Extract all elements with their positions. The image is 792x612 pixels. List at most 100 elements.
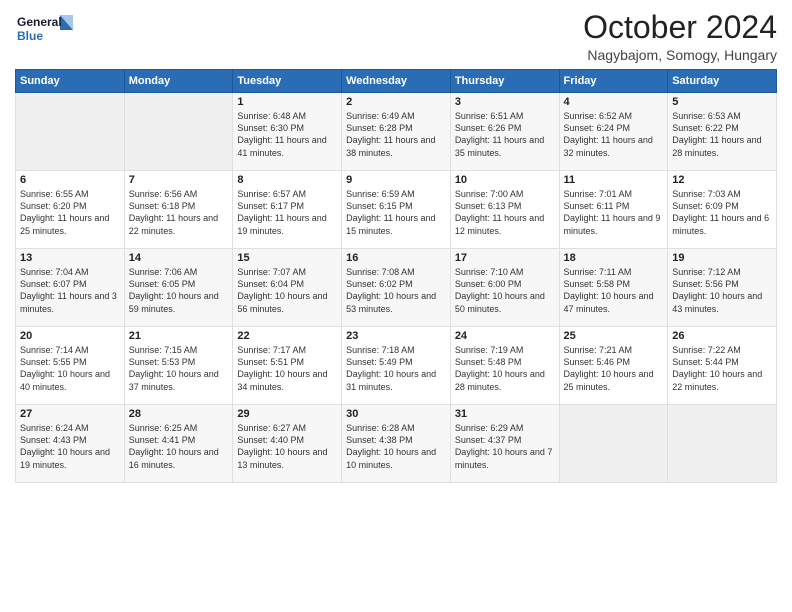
day-cell: 21Sunrise: 7:15 AMSunset: 5:53 PMDayligh…: [124, 327, 233, 405]
day-cell: [668, 405, 777, 483]
day-number: 17: [455, 252, 555, 264]
day-info: Sunrise: 7:00 AMSunset: 6:13 PMDaylight:…: [455, 188, 555, 237]
svg-text:General: General: [17, 15, 62, 29]
day-cell: 11 Sunrise: 7:01 AMSunset: 6:11 PMDayligh…: [559, 171, 668, 249]
day-info: Sunrise: 6:49 AMSunset: 6:28 PMDaylight:…: [346, 110, 446, 159]
day-cell: 28 Sunrise: 6:25 AMSunset: 4:41 PMDayligh…: [124, 405, 233, 483]
week-row-4: 20 Sunrise: 7:14 AMSunset: 5:55 PMDayligh…: [16, 327, 777, 405]
day-info: Sunrise: 7:12 AMSunset: 5:56 PMDaylight:…: [672, 266, 772, 315]
day-number: 10: [455, 174, 555, 186]
header-cell-sunday: Sunday: [16, 70, 125, 93]
day-info: Sunrise: 7:14 AMSunset: 5:55 PMDaylight:…: [20, 344, 120, 393]
day-info: Sunrise: 7:22 AMSunset: 5:44 PMDaylight:…: [672, 344, 772, 393]
day-info: Sunrise: 6:53 AMSunset: 6:22 PMDaylight:…: [672, 110, 772, 159]
day-info: Sunrise: 6:29 AMSunset: 4:37 PMDaylight:…: [455, 422, 555, 471]
day-info: Sunrise: 6:25 AMSunset: 4:41 PMDaylight:…: [129, 422, 229, 471]
day-info: Sunrise: 7:19 AMSunset: 5:48 PMDaylight:…: [455, 344, 555, 393]
location: Nagybajom, Somogy, Hungary: [583, 47, 777, 63]
day-cell: 15 Sunrise: 7:07 AMSunset: 6:04 PMDayligh…: [233, 249, 342, 327]
day-cell: 1 Sunrise: 6:48 AMSunset: 6:30 PMDaylight…: [233, 93, 342, 171]
day-info: Sunrise: 7:18 AMSunset: 5:49 PMDaylight:…: [346, 344, 446, 393]
day-cell: 24 Sunrise: 7:19 AMSunset: 5:48 PMDayligh…: [450, 327, 559, 405]
day-number: 6: [20, 174, 120, 186]
day-cell: 4 Sunrise: 6:52 AMSunset: 6:24 PMDaylight…: [559, 93, 668, 171]
day-cell: 17 Sunrise: 7:10 AMSunset: 6:00 PMDayligh…: [450, 249, 559, 327]
day-cell: 7 Sunrise: 6:56 AMSunset: 6:18 PMDaylight…: [124, 171, 233, 249]
day-info: Sunrise: 6:24 AMSunset: 4:43 PMDaylight:…: [20, 422, 120, 471]
header-row: SundayMondayTuesdayWednesdayThursdayFrid…: [16, 70, 777, 93]
header-cell-thursday: Thursday: [450, 70, 559, 93]
day-number: 29: [237, 408, 337, 420]
day-number: 22: [237, 330, 337, 342]
day-number: 30: [346, 408, 446, 420]
header-cell-tuesday: Tuesday: [233, 70, 342, 93]
header-cell-monday: Monday: [124, 70, 233, 93]
day-number: 28: [129, 408, 229, 420]
day-cell: 10 Sunrise: 7:00 AMSunset: 6:13 PMDayligh…: [450, 171, 559, 249]
day-cell: [16, 93, 125, 171]
header-cell-wednesday: Wednesday: [342, 70, 451, 93]
day-cell: 5 Sunrise: 6:53 AMSunset: 6:22 PMDaylight…: [668, 93, 777, 171]
title-block: October 2024 Nagybajom, Somogy, Hungary: [583, 10, 777, 63]
logo-svg: GeneralBlue: [15, 10, 75, 50]
day-info: Sunrise: 6:55 AMSunset: 6:20 PMDaylight:…: [20, 188, 120, 237]
week-row-2: 6 Sunrise: 6:55 AMSunset: 6:20 PMDaylight…: [16, 171, 777, 249]
day-info: Sunrise: 7:06 AMSunset: 6:05 PMDaylight:…: [129, 266, 229, 315]
day-number: 26: [672, 330, 772, 342]
day-number: 20: [20, 330, 120, 342]
day-info: Sunrise: 6:57 AMSunset: 6:17 PMDaylight:…: [237, 188, 337, 237]
day-info: Sunrise: 6:59 AMSunset: 6:15 PMDaylight:…: [346, 188, 446, 237]
day-number: 24: [455, 330, 555, 342]
day-info: Sunrise: 6:52 AMSunset: 6:24 PMDaylight:…: [564, 110, 664, 159]
day-number: 5: [672, 96, 772, 108]
day-info: Sunrise: 6:28 AMSunset: 4:38 PMDaylight:…: [346, 422, 446, 471]
day-info: Sunrise: 6:51 AMSunset: 6:26 PMDaylight:…: [455, 110, 555, 159]
day-info: Sunrise: 6:27 AMSunset: 4:40 PMDaylight:…: [237, 422, 337, 471]
day-number: 18: [564, 252, 664, 264]
day-cell: 29 Sunrise: 6:27 AMSunset: 4:40 PMDayligh…: [233, 405, 342, 483]
day-number: 15: [237, 252, 337, 264]
day-info: Sunrise: 6:48 AMSunset: 6:30 PMDaylight:…: [237, 110, 337, 159]
day-number: 31: [455, 408, 555, 420]
day-number: 2: [346, 96, 446, 108]
day-number: 12: [672, 174, 772, 186]
day-cell: 9Sunrise: 6:59 AMSunset: 6:15 PMDaylight…: [342, 171, 451, 249]
day-cell: 13Sunrise: 7:04 AMSunset: 6:07 PMDayligh…: [16, 249, 125, 327]
day-info: Sunrise: 7:01 AMSunset: 6:11 PMDaylight:…: [564, 188, 664, 237]
day-info: Sunrise: 7:21 AMSunset: 5:46 PMDaylight:…: [564, 344, 664, 393]
header-cell-saturday: Saturday: [668, 70, 777, 93]
month-title: October 2024: [583, 10, 777, 45]
day-cell: 14Sunrise: 7:06 AMSunset: 6:05 PMDayligh…: [124, 249, 233, 327]
day-number: 3: [455, 96, 555, 108]
day-number: 16: [346, 252, 446, 264]
day-cell: 25 Sunrise: 7:21 AMSunset: 5:46 PMDayligh…: [559, 327, 668, 405]
day-number: 4: [564, 96, 664, 108]
day-cell: 19Sunrise: 7:12 AMSunset: 5:56 PMDayligh…: [668, 249, 777, 327]
page: GeneralBlue October 2024 Nagybajom, Somo…: [0, 0, 792, 612]
day-number: 8: [237, 174, 337, 186]
svg-text:Blue: Blue: [17, 29, 43, 43]
calendar-table: SundayMondayTuesdayWednesdayThursdayFrid…: [15, 69, 777, 483]
day-info: Sunrise: 7:10 AMSunset: 6:00 PMDaylight:…: [455, 266, 555, 315]
day-info: Sunrise: 7:08 AMSunset: 6:02 PMDaylight:…: [346, 266, 446, 315]
day-info: Sunrise: 7:04 AMSunset: 6:07 PMDaylight:…: [20, 266, 120, 315]
day-cell: 2 Sunrise: 6:49 AMSunset: 6:28 PMDaylight…: [342, 93, 451, 171]
day-cell: 31 Sunrise: 6:29 AMSunset: 4:37 PMDayligh…: [450, 405, 559, 483]
day-info: Sunrise: 6:56 AMSunset: 6:18 PMDaylight:…: [129, 188, 229, 237]
day-number: 23: [346, 330, 446, 342]
week-row-5: 27 Sunrise: 6:24 AMSunset: 4:43 PMDayligh…: [16, 405, 777, 483]
day-number: 21: [129, 330, 229, 342]
day-info: Sunrise: 7:07 AMSunset: 6:04 PMDaylight:…: [237, 266, 337, 315]
header-cell-friday: Friday: [559, 70, 668, 93]
day-number: 27: [20, 408, 120, 420]
day-cell: 27 Sunrise: 6:24 AMSunset: 4:43 PMDayligh…: [16, 405, 125, 483]
day-number: 1: [237, 96, 337, 108]
day-number: 11: [564, 174, 664, 186]
day-cell: 8 Sunrise: 6:57 AMSunset: 6:17 PMDaylight…: [233, 171, 342, 249]
day-cell: 26 Sunrise: 7:22 AMSunset: 5:44 PMDayligh…: [668, 327, 777, 405]
day-cell: 20 Sunrise: 7:14 AMSunset: 5:55 PMDayligh…: [16, 327, 125, 405]
day-cell: 16 Sunrise: 7:08 AMSunset: 6:02 PMDayligh…: [342, 249, 451, 327]
day-number: 25: [564, 330, 664, 342]
day-info: Sunrise: 7:11 AMSunset: 5:58 PMDaylight:…: [564, 266, 664, 315]
day-number: 7: [129, 174, 229, 186]
